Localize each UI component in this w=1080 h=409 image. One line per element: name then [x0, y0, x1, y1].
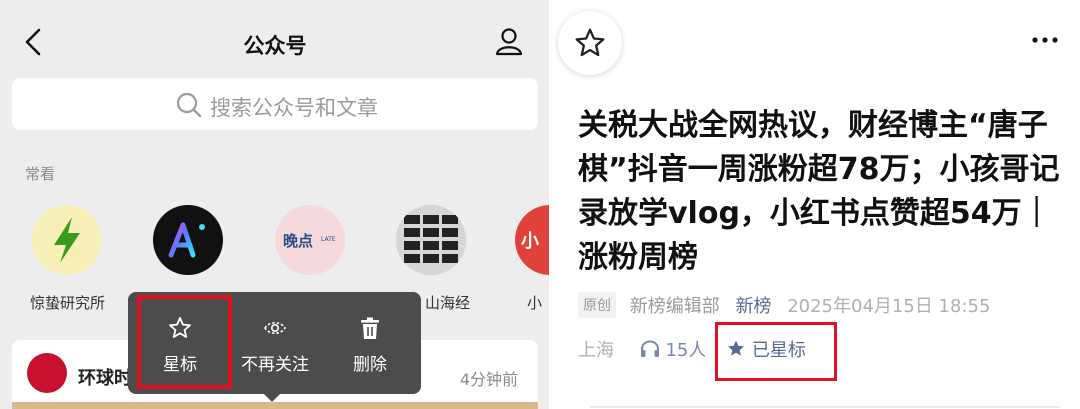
article-headline: 关税大战全网热议，财经博主“唐子棋”抖音一周涨粉超78万；小孩哥记录放学vlog… [578, 108, 1060, 275]
screen: 公众号 搜索公众号和文章 常看 惊蛰研究所 晚点 LATE 山海经 小 小 环球… [0, 0, 1080, 409]
unfollow-label: 不再关注 [241, 355, 309, 375]
account-name: 山海经 [425, 294, 471, 312]
headphones-icon [640, 340, 659, 357]
trash-icon [361, 317, 379, 339]
delete-menu-item[interactable]: 删除 [321, 292, 419, 394]
menu-pointer [263, 393, 281, 402]
listen-count[interactable]: 15人 [640, 340, 712, 361]
original-badge: 原创 [578, 292, 616, 318]
page-title: 公众号 [243, 34, 307, 58]
floating-star-button[interactable] [558, 11, 622, 75]
card-account-name: 环球时 [78, 368, 132, 389]
account-logo-icon [27, 353, 67, 393]
listen-count-text: 15人 [665, 340, 707, 361]
unfollow-menu-item[interactable]: 不再关注 [226, 292, 324, 394]
horse-grid-avatar[interactable] [396, 205, 466, 275]
article-author: 新榜编辑部 [629, 296, 720, 317]
search-icon [176, 92, 202, 118]
top-bar: 公众号 [0, 0, 550, 80]
card-timestamp: 4分钟前 [459, 370, 518, 389]
star-icon [575, 28, 605, 57]
search-placeholder: 搜索公众号和文章 [210, 96, 378, 120]
publish-date: 2025年04月15日 18:55 [787, 296, 991, 317]
profile-icon[interactable] [494, 26, 524, 56]
ai-logo-icon [168, 222, 205, 258]
horse-grid-icon [396, 205, 466, 275]
delete-label: 删除 [353, 355, 387, 375]
ai-logo-avatar[interactable] [153, 205, 223, 275]
article-panel: 关税大战全网热议，财经博主“唐子棋”抖音一周涨粉超78万；小孩哥记录放学vlog… [555, 0, 1080, 409]
content-divider [590, 406, 1060, 408]
frequent-label: 常看 [25, 165, 56, 183]
account-link[interactable]: 新榜 [735, 296, 771, 317]
account-name: 惊蛰研究所 [30, 294, 106, 312]
lightning-bolt-avatar[interactable] [32, 205, 102, 275]
wandian-logo-avatar[interactable]: 晚点 LATE [275, 205, 345, 275]
eye-off-icon [264, 321, 286, 335]
highlight-box-starred [715, 322, 837, 381]
svg-text:晚点: 晚点 [283, 232, 313, 250]
red-partial-avatar[interactable]: 小 [515, 205, 550, 275]
svg-text:LATE: LATE [321, 236, 336, 243]
red-logo-icon: 小 [521, 231, 539, 252]
article-meta-line: 原创 新榜编辑部 新榜 2025年04月15日 18:55 [578, 292, 990, 320]
location: 上海 [578, 340, 614, 361]
search-input[interactable]: 搜索公众号和文章 [12, 78, 538, 130]
svg-text:小: 小 [521, 231, 539, 252]
account-name: 小 [527, 294, 543, 312]
official-accounts-panel: 公众号 搜索公众号和文章 常看 惊蛰研究所 晚点 LATE 山海经 小 小 环球… [0, 0, 550, 409]
wandian-logo-icon: 晚点 LATE [283, 232, 336, 250]
highlight-box-star [137, 295, 232, 389]
card-thumbnail [12, 402, 538, 409]
more-options-icon[interactable] [1030, 30, 1060, 50]
lightning-icon [54, 217, 80, 263]
